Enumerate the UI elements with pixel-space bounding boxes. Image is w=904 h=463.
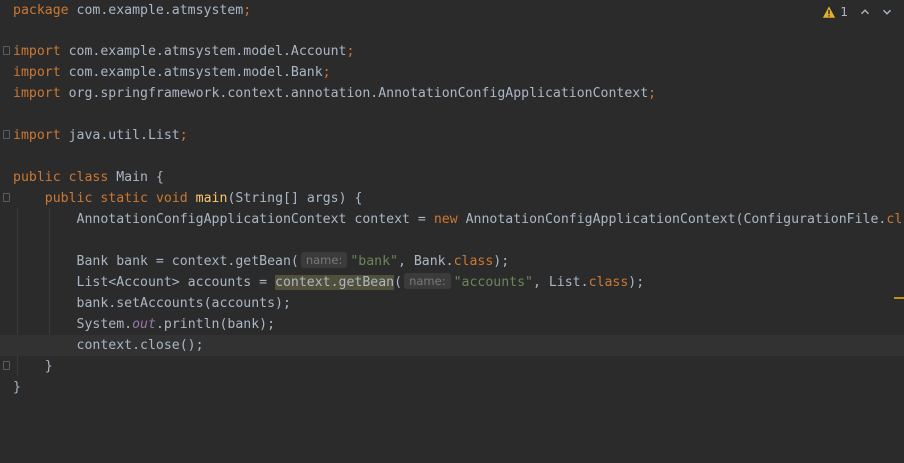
semicolon: ; <box>179 128 188 143</box>
static-field: out <box>132 317 156 332</box>
code-line-9[interactable]: public class Main { <box>0 167 904 188</box>
code-line-14[interactable]: List<Account> accounts = context.getBean… <box>0 272 904 293</box>
code-line-3[interactable]: import com.example.atmsystem.model.Accou… <box>0 41 904 62</box>
code-editor[interactable]: package com.example.atmsystem; import co… <box>0 0 904 463</box>
semicolon: ; <box>346 44 355 59</box>
code-text: ); <box>493 254 510 269</box>
code-text: bank.setAccounts(accounts); <box>76 296 291 311</box>
code-text: ( <box>394 275 403 290</box>
keyword: public <box>44 191 93 206</box>
semicolon: ; <box>243 3 252 18</box>
string-literal: "bank" <box>350 254 398 269</box>
method-params: (String[] args) { <box>227 191 363 206</box>
chevron-down-icon[interactable] <box>880 5 894 19</box>
keyword: import <box>13 128 61 143</box>
code-text: } <box>44 359 53 374</box>
import-path: com.example.atmsystem.model.Account <box>60 44 347 59</box>
keyword: class <box>588 275 629 290</box>
import-path: com.example.atmsystem.model.Bank <box>60 65 323 80</box>
code-line-15[interactable]: bank.setAccounts(accounts); <box>0 293 904 314</box>
semicolon: ; <box>648 86 657 101</box>
keyword: static <box>100 191 148 206</box>
keyword: cl <box>886 212 903 227</box>
code-text: AnnotationConfigApplicationContext(Confi… <box>457 212 887 227</box>
code-text: Bank bank = context.getBean( <box>76 254 299 269</box>
code-line-7[interactable]: import java.util.List; <box>0 125 904 146</box>
code-text: } <box>13 380 21 395</box>
code-line-1[interactable]: package com.example.atmsystem; <box>0 0 904 21</box>
keyword: class <box>68 170 109 185</box>
keyword: package <box>13 3 69 18</box>
keyword: public <box>13 170 61 185</box>
package-name: com.example.atmsystem <box>68 3 244 18</box>
chevron-up-icon[interactable] <box>858 5 872 19</box>
string-literal: "accounts" <box>453 275 533 290</box>
code-line-19[interactable]: } <box>0 377 904 398</box>
keyword: void <box>155 191 188 206</box>
code-line-16[interactable]: System.out.println(bank); <box>0 314 904 335</box>
code-line-17-current[interactable]: context.close(); <box>0 335 904 356</box>
code-text: .println(bank); <box>155 317 276 332</box>
keyword: import <box>13 65 61 80</box>
code-text: AnnotationConfigApplicationContext conte… <box>76 212 434 227</box>
code-line-11[interactable]: AnnotationConfigApplicationContext conte… <box>0 209 904 230</box>
keyword: class <box>453 254 494 269</box>
method-name: main <box>195 191 228 206</box>
highlighted-usage: context.getBean <box>275 275 395 290</box>
scrollbar-warning-marker[interactable] <box>894 297 904 299</box>
code-line-18[interactable]: } <box>0 356 904 377</box>
semicolon: ; <box>322 65 331 80</box>
warning-count[interactable]: 1 <box>840 5 848 19</box>
keyword: import <box>13 86 61 101</box>
parameter-hint: name: <box>404 273 451 289</box>
warning-triangle-icon[interactable] <box>822 5 836 19</box>
code-text: , List. <box>532 275 589 290</box>
class-declaration: Main { <box>108 170 164 185</box>
code-line-13[interactable]: Bank bank = context.getBean(name: "bank",… <box>0 251 904 272</box>
code-line-4[interactable]: import com.example.atmsystem.model.Bank; <box>0 62 904 83</box>
code-line-5[interactable]: import org.springframework.context.annot… <box>0 83 904 104</box>
inspection-widget[interactable]: 1 <box>822 4 894 20</box>
code-text: System. <box>76 317 133 332</box>
code-text: List<Account> accounts = <box>76 275 276 290</box>
code-text: ); <box>628 275 645 290</box>
code-text: context.close(); <box>76 338 204 353</box>
import-path: org.springframework.context.annotation.A… <box>60 86 649 101</box>
import-path: java.util.List <box>60 128 180 143</box>
code-line-10[interactable]: public static void main(String[] args) { <box>0 188 904 209</box>
keyword: new <box>433 212 458 227</box>
parameter-hint: name: <box>300 252 348 268</box>
keyword: import <box>13 44 61 59</box>
code-text: , Bank. <box>397 254 454 269</box>
